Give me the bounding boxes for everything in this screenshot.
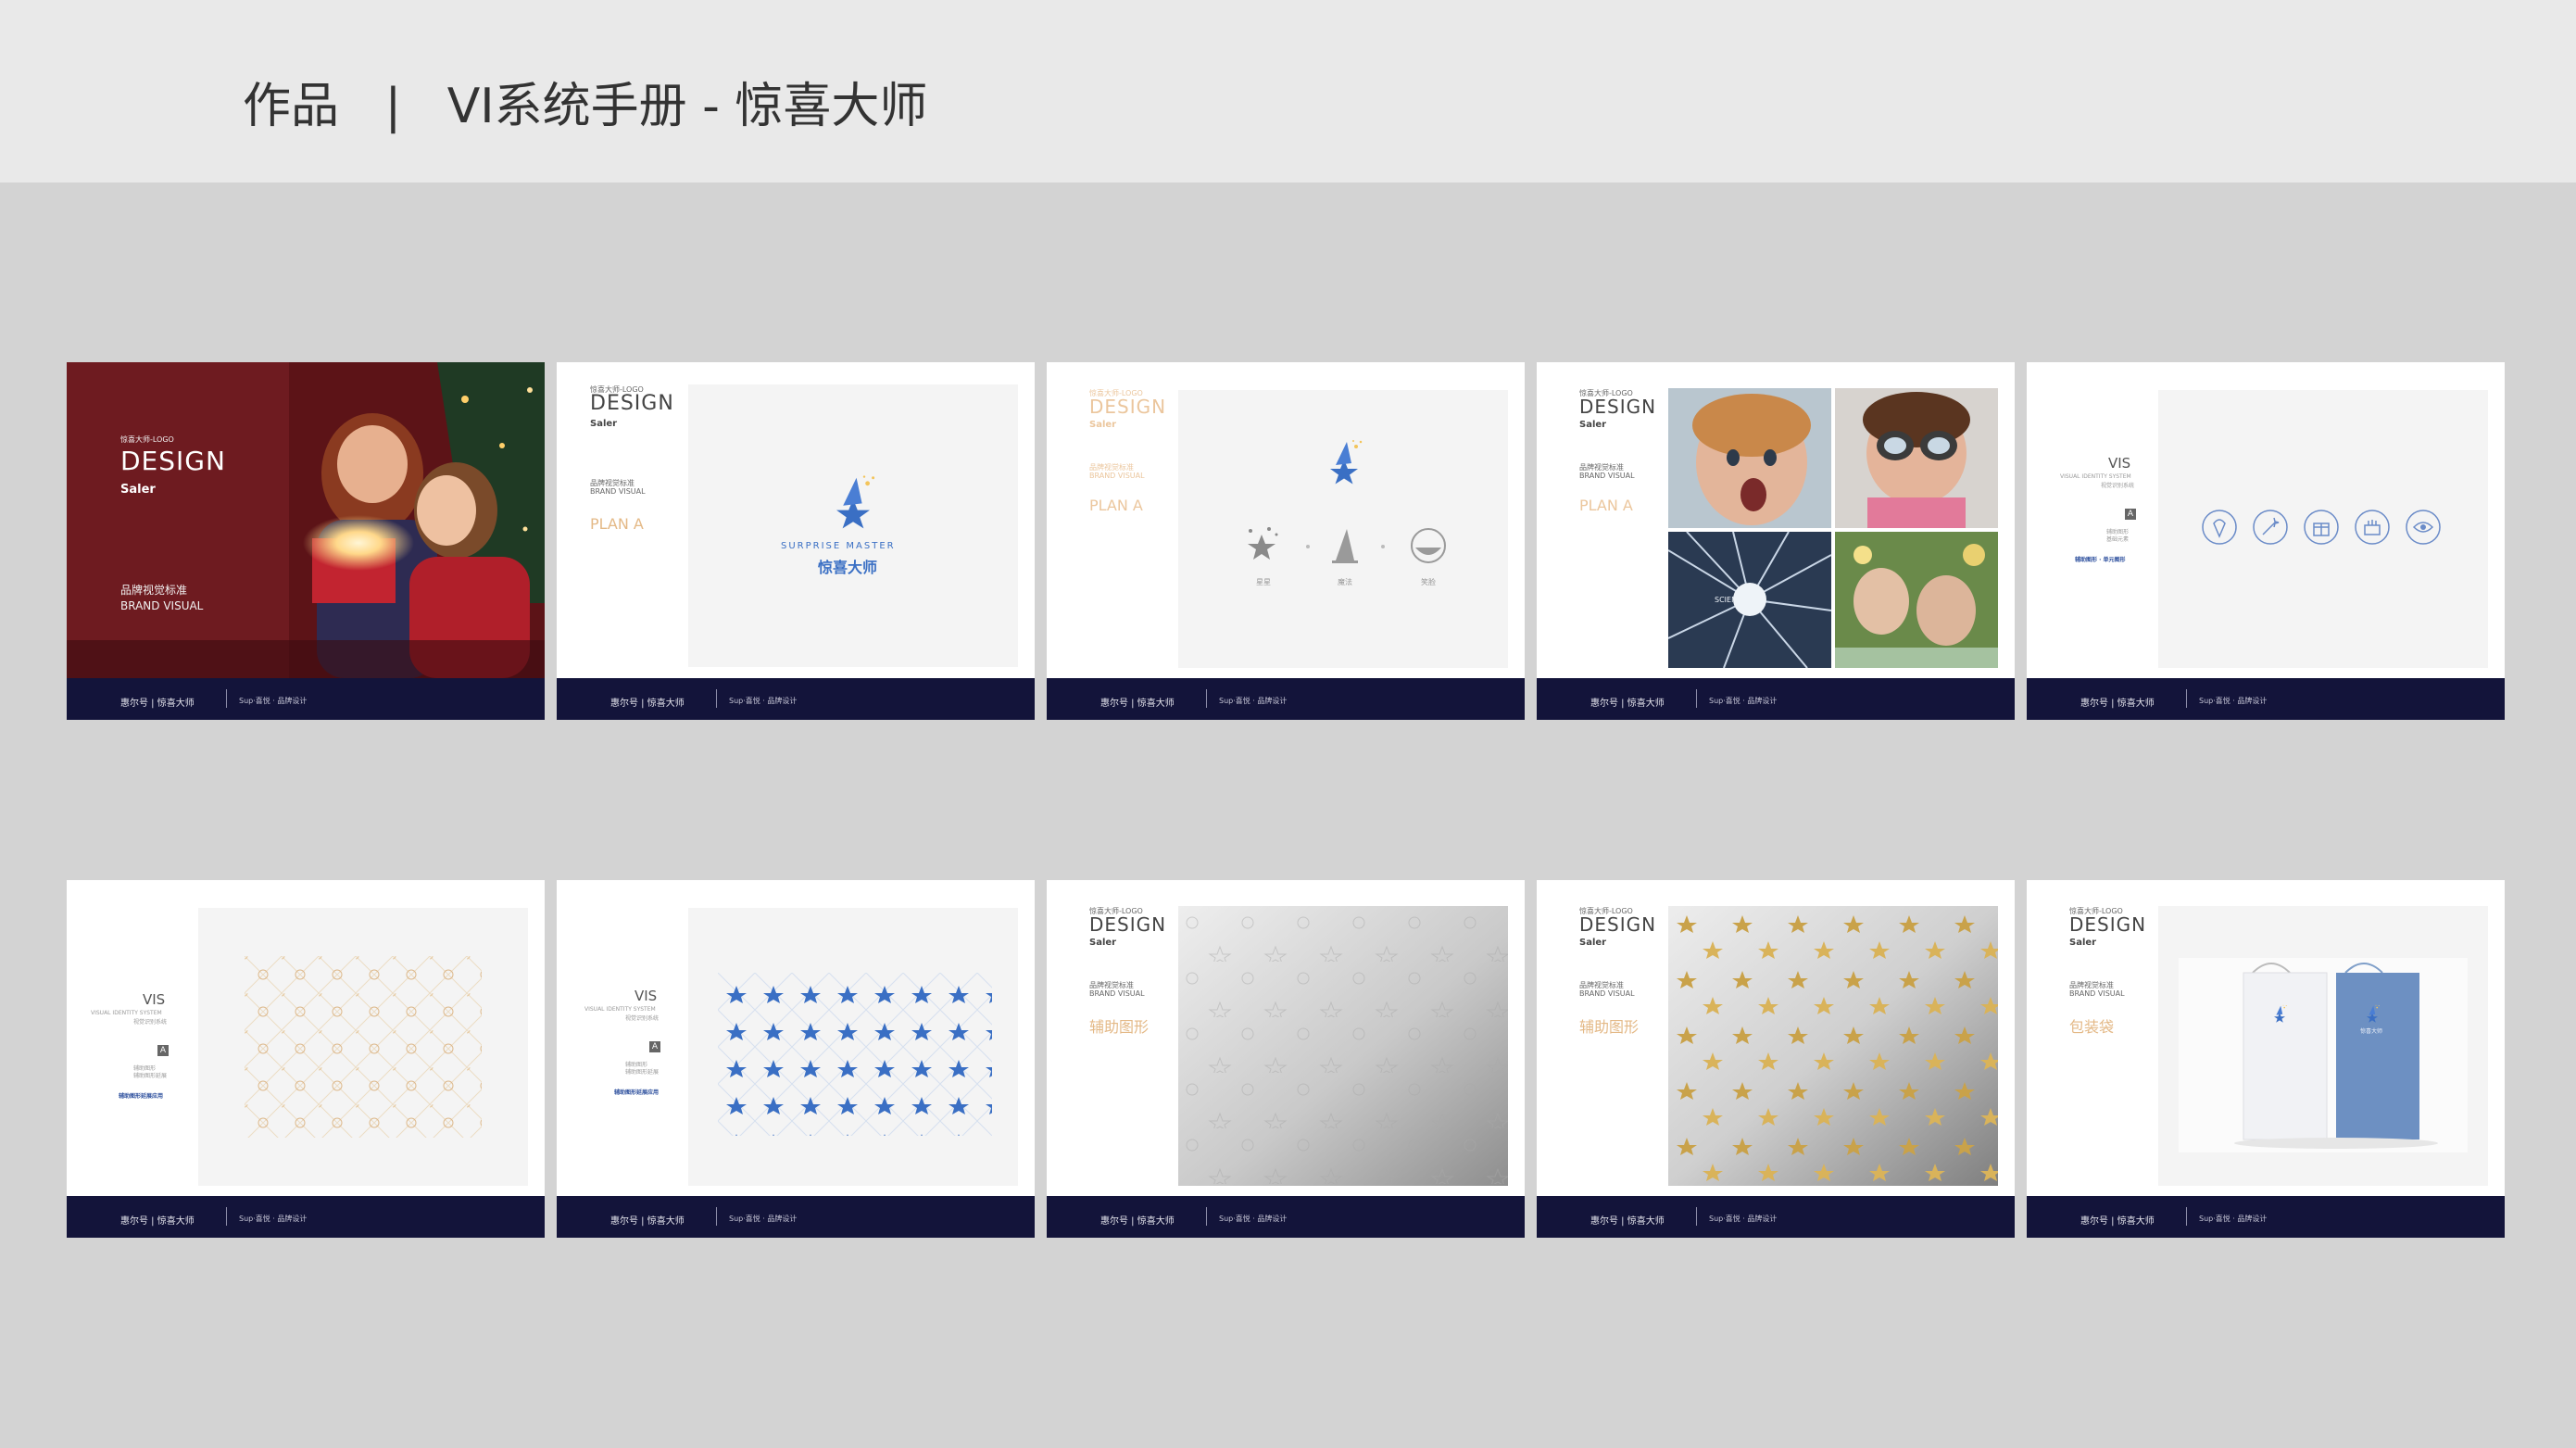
embossed-paper-photo bbox=[1178, 906, 1508, 1186]
star-logo-icon bbox=[825, 473, 881, 529]
vi-page-logo-elements[interactable]: 惊喜大师-LOGO DESIGN Saler 品牌视觉标准 BRAND VISU… bbox=[1047, 362, 1525, 720]
page-footer: 惠尔号 | 惊喜大师 Sup·喜悦 · 品牌设计 bbox=[1047, 678, 1525, 720]
eye-icon bbox=[2406, 510, 2441, 545]
design-title: DESIGN bbox=[590, 392, 674, 415]
cake-icon bbox=[2355, 510, 2390, 545]
vi-page-embossed-paper[interactable]: 惊喜大师-LOGO DESIGN Saler 品牌视觉标准 BRAND VISU… bbox=[1047, 880, 1525, 1238]
page-footer: 惠尔号 | 惊喜大师 Sup·喜悦 · 品牌设计 bbox=[2027, 1196, 2505, 1238]
page-footer: 惠尔号 | 惊喜大师 Sup·喜悦 · 品牌设计 bbox=[557, 1196, 1035, 1238]
outline-pattern bbox=[245, 956, 482, 1138]
logo-chinese: 惊喜大师 bbox=[818, 559, 878, 576]
gold-foil-photo bbox=[1668, 906, 1998, 1186]
page-footer: 惠尔号 | 惊喜大师 Sup·喜悦 · 品牌设计 bbox=[67, 1196, 545, 1238]
vi-page-icon-set[interactable]: VIS VISUAL IDENTITY SYSTEM 视觉识别系统 A 辅助图形… bbox=[2027, 362, 2505, 720]
vi-page-pattern-outline[interactable]: VIS VISUAL IDENTITY SYSTEM 视觉识别系统 A 辅助图形… bbox=[67, 880, 545, 1238]
page-footer: 惠尔号 | 惊喜大师 Sup·喜悦 · 品牌设计 bbox=[1537, 1196, 2015, 1238]
ice-cream-icon bbox=[2202, 510, 2237, 545]
gift-icon bbox=[2304, 510, 2339, 545]
cover-brand-en: BRAND VISUAL bbox=[120, 599, 204, 612]
page-footer: 惠尔号 | 惊喜大师 Sup·喜悦 · 品牌设计 bbox=[1047, 1196, 1525, 1238]
page-footer: 惠尔号 | 惊喜大师 Sup·喜悦 · 品牌设计 bbox=[67, 678, 545, 720]
vi-page-pattern-blue[interactable]: VIS VISUAL IDENTITY SYSTEM 视觉识别系统 A 辅助图形… bbox=[557, 880, 1035, 1238]
magic-wand-icon bbox=[2253, 510, 2288, 545]
packaging-bag-photo bbox=[2179, 958, 2468, 1152]
cover-saler: Saler bbox=[120, 483, 156, 497]
plan-label: PLAN A bbox=[590, 515, 644, 533]
star-logo-icon bbox=[1321, 438, 1367, 485]
header-bar: 作品 | VI系统手册 - 惊喜大师 bbox=[0, 0, 2576, 183]
bag-label: 惊喜大师 bbox=[2360, 1028, 2383, 1035]
blue-star-pattern bbox=[718, 973, 992, 1136]
logo-english: SURPRISE MASTER bbox=[781, 541, 896, 551]
saler-label: Saler bbox=[590, 419, 618, 429]
star-logo-icon bbox=[2270, 1004, 2289, 1023]
vi-page-packaging-bag[interactable]: 惊喜大师-LOGO DESIGN Saler 品牌视觉标准 BRAND VISU… bbox=[2027, 880, 2505, 1238]
page-footer: 惠尔号 | 惊喜大师 Sup·喜悦 · 品牌设计 bbox=[2027, 678, 2505, 720]
wizard-hat-icon bbox=[1332, 529, 1358, 563]
vi-page-logo[interactable]: 惊喜大师-LOGO DESIGN Saler 品牌视觉标准 BRAND VISU… bbox=[557, 362, 1035, 720]
cover-subtitle: 惊喜大师-LOGO bbox=[120, 435, 174, 444]
cover-design-title: DESIGN bbox=[120, 446, 226, 476]
page-footer: 惠尔号 | 惊喜大师 Sup·喜悦 · 品牌设计 bbox=[557, 678, 1035, 720]
vi-page-photo-collage[interactable]: 惊喜大师-LOGO DESIGN Saler 品牌视觉标准 BRAND VISU… bbox=[1537, 362, 2015, 720]
vi-page-gold-foil[interactable]: 惊喜大师-LOGO DESIGN Saler 品牌视觉标准 BRAND VISU… bbox=[1537, 880, 2015, 1238]
star-element-icon bbox=[1248, 527, 1278, 560]
cover-photo bbox=[67, 362, 545, 678]
photo-caption: SCIENCE FUN bbox=[1715, 596, 1765, 604]
vi-page-cover[interactable]: 惊喜大师-LOGO DESIGN Saler 品牌视觉标准 BRAND VISU… bbox=[67, 362, 545, 720]
cover-brand-cn: 品牌视觉标准 bbox=[120, 584, 188, 597]
page-footer: 惠尔号 | 惊喜大师 Sup·喜悦 · 品牌设计 bbox=[1537, 678, 2015, 720]
star-logo-icon bbox=[2363, 1004, 2381, 1023]
page-title: 作品 | VI系统手册 - 惊喜大师 bbox=[243, 79, 928, 134]
photo-collage bbox=[1668, 388, 1998, 668]
smile-icon bbox=[1411, 528, 1446, 563]
